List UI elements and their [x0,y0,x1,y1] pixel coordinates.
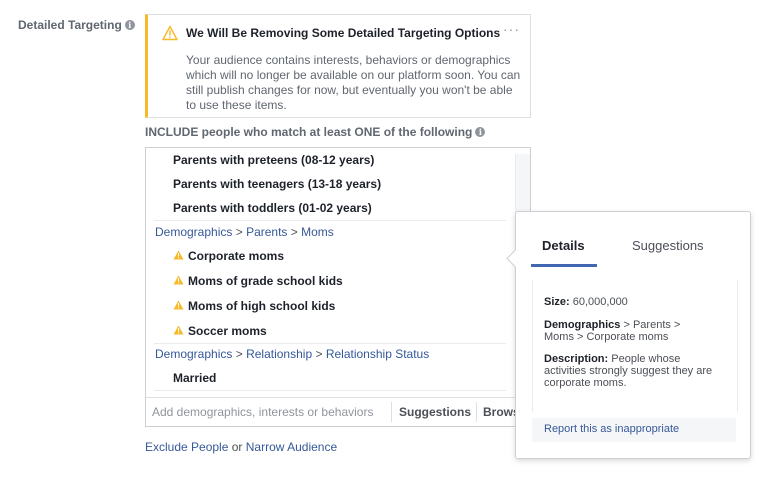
tab-suggestions[interactable]: Suggestions [632,238,704,253]
targeting-item[interactable]: Parents with preteens (08-12 years) [173,153,374,167]
targeting-item[interactable]: Moms of high school kids [173,299,335,313]
targeting-item-label: Corporate moms [188,249,285,263]
more-options-icon[interactable]: ··· [503,21,520,37]
targeting-list[interactable]: Parents with preteens (08-12 years) Pare… [146,148,514,398]
divider [391,402,392,422]
targeting-item-label: Moms of high school kids [188,299,336,313]
report-link[interactable]: Report this as inappropriate [544,423,679,435]
notice-body: Your audience contains interests, behavi… [186,53,521,112]
audience-links: Exclude People or Narrow Audience [145,440,337,454]
crumb-link[interactable]: Parents [246,225,287,239]
targeting-item[interactable]: Married [173,371,216,385]
description-info: Description: People whose activities str… [544,353,714,389]
info-icon[interactable]: i [475,127,486,137]
details-popover: Details Suggestions Size: 60,000,000 Dem… [506,211,751,459]
size-value: 60,000,000 [572,296,628,308]
search-input[interactable]: Add demographics, interests or behaviors [152,405,373,419]
targeting-item-label: Moms of grade school kids [188,274,343,288]
search-bar: Add demographics, interests or behaviors… [146,397,530,426]
targeting-item[interactable]: Parents with toddlers (01-02 years) [173,201,372,215]
include-label: INCLUDE people who match at least ONE of… [145,125,486,139]
divider [476,402,477,422]
crumb-link[interactable]: Moms [301,225,334,239]
active-tab-indicator [531,264,597,267]
report-bar: Report this as inappropriate [532,418,736,442]
exclude-people-link[interactable]: Exclude People [145,440,228,454]
divider [154,343,506,344]
breadcrumb: Demographics > Relationship > Relationsh… [155,347,430,361]
removal-notice: We Will Be Removing Some Detailed Target… [145,14,531,118]
narrow-audience-link[interactable]: Narrow Audience [246,440,337,454]
size-info: Size: 60,000,000 [544,296,628,308]
suggestions-button[interactable]: Suggestions [399,405,471,419]
tab-details[interactable]: Details [542,238,585,253]
warning-icon [162,25,178,41]
breadcrumb: Demographics > Parents > Moms [155,225,334,239]
targeting-item[interactable]: Corporate moms [173,249,284,263]
targeting-box: Parents with preteens (08-12 years) Pare… [145,147,531,427]
targeting-item-label: Soccer moms [188,324,267,338]
include-text: INCLUDE people who match at least ONE of… [145,125,473,139]
targeting-item[interactable]: Moms of grade school kids [173,274,343,288]
warning-icon [173,250,184,260]
notice-title: We Will Be Removing Some Detailed Target… [186,26,501,40]
divider [154,390,506,391]
targeting-item[interactable]: Soccer moms [173,324,267,338]
divider [154,220,506,221]
crumb-link[interactable]: Demographics [155,347,232,361]
warning-icon [173,300,184,310]
crumb-link[interactable]: Relationship [246,347,312,361]
category-info: Demographics > Parents > Moms > Corporat… [544,319,704,343]
category-label: Demographics [544,319,621,331]
size-label: Size: [544,296,570,308]
info-icon[interactable]: i [124,20,135,30]
crumb-link[interactable]: Demographics [155,225,232,239]
detailed-targeting-label: Detailed Targeting i [18,18,135,32]
warning-icon [173,325,184,335]
crumb-link[interactable]: Relationship Status [326,347,429,361]
description-label: Description: [544,353,609,365]
or-text: or [231,440,243,454]
detailed-targeting-text: Detailed Targeting [18,18,122,32]
warning-icon [173,275,184,285]
targeting-item[interactable]: Parents with teenagers (13-18 years) [173,177,381,191]
